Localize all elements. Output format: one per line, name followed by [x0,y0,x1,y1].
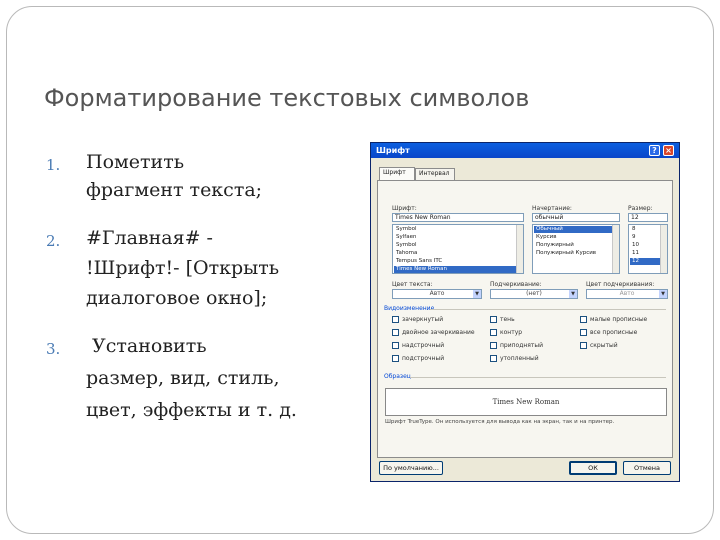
style-list-item[interactable]: Полужирный [534,242,574,249]
font-list-scrollbar[interactable] [516,225,523,273]
default-button[interactable]: По умолчанию... [379,461,443,475]
shadow-checkbox[interactable] [490,316,497,323]
size-list[interactable]: 8 9 10 11 12 [628,224,668,274]
underline-color-label: Цвет подчеркивания: [586,281,655,288]
font-list-item[interactable]: Sylfaen [394,234,416,241]
list-number-2: 2. [46,232,61,250]
chevron-down-icon: ▼ [659,290,667,298]
preview-text: Times New Roman [492,398,560,406]
emboss-label: приподнятый [500,342,544,349]
slide-title: Форматирование текстовых символов [44,84,530,112]
ok-button[interactable]: ОК [569,461,617,475]
preview-group-label: Образец [384,373,411,380]
preview-box: Times New Roman [385,388,667,416]
list-item-2-line-3: диалоговое окно]; [86,287,268,309]
strikethrough-label: зачеркнутый [402,316,444,323]
size-list-item[interactable]: 10 [630,242,639,249]
font-list[interactable]: Symbol Sylfaen Symbol Tahoma Tempus Sans… [392,224,524,274]
text-color-label: Цвет текста: [392,281,433,288]
size-field[interactable]: 12 [628,213,668,222]
style-list-item-selected[interactable]: Обычный [534,226,612,233]
underline-value: (нет) [526,290,542,297]
size-label: Размер: [628,205,653,212]
effects-group-divider [430,309,666,310]
style-list-item[interactable]: Курсив [534,234,557,241]
list-number-1: 1. [46,156,61,174]
font-list-item[interactable]: Symbol [394,226,417,233]
font-label: Шрифт: [392,205,417,212]
size-list-scrollbar[interactable] [660,225,667,273]
font-name-field[interactable]: Times New Roman [392,213,524,222]
style-field[interactable]: обычный [532,213,620,222]
subscript-checkbox[interactable] [392,355,399,362]
size-list-item[interactable]: 9 [630,234,636,241]
list-item-1-line-2: фрагмент текста; [86,179,263,201]
engrave-label: утопленный [500,355,539,362]
size-list-item[interactable]: 8 [630,226,636,233]
preview-group-divider [410,377,666,378]
underline-label: Подчеркивание: [490,281,542,288]
superscript-checkbox[interactable] [392,342,399,349]
font-list-item[interactable]: Symbol [394,242,417,249]
engrave-checkbox[interactable] [490,355,497,362]
font-tab-panel: Шрифт: Times New Roman Symbol Sylfaen Sy… [377,180,673,458]
hidden-checkbox[interactable] [580,342,587,349]
double-strikethrough-checkbox[interactable] [392,329,399,336]
style-label: Начертание: [532,205,572,212]
list-item-3-line-2: размер, вид, стиль, [86,367,280,389]
chevron-down-icon: ▼ [569,290,577,298]
text-color-select[interactable]: Авто ▼ [392,289,482,299]
outline-checkbox[interactable] [490,329,497,336]
small-caps-checkbox[interactable] [580,316,587,323]
superscript-label: надстрочный [402,342,445,349]
all-caps-checkbox[interactable] [580,329,587,336]
close-icon[interactable]: × [663,145,674,156]
list-item-3-line-3: цвет, эффекты и т. д. [86,399,297,421]
tab-font[interactable]: Шрифт [379,167,415,181]
subscript-label: подстрочный [402,355,445,362]
size-list-item-selected[interactable]: 12 [630,258,660,265]
style-list[interactable]: Обычный Курсив Полужирный Полужирный Кур… [532,224,620,274]
small-caps-label: малые прописные [590,316,648,323]
double-strikethrough-label: двойное зачеркивание [402,329,475,336]
tab-interval[interactable]: Интервал [415,168,455,180]
font-list-item[interactable]: Tempus Sans ITC [394,258,442,265]
list-item-2-line-2: !Шрифт!- [Открыть [86,257,280,279]
cancel-button[interactable]: Отмена [623,461,671,475]
effects-group-label: Видоизменение [384,305,435,312]
underline-color-value: Авто [619,290,635,297]
underline-select[interactable]: (нет) ▼ [490,289,578,299]
font-list-item[interactable]: Tahoma [394,250,417,257]
underline-color-select[interactable]: Авто ▼ [586,289,668,299]
strikethrough-checkbox[interactable] [392,316,399,323]
hidden-label: скрытый [590,342,618,349]
list-item-1-line-1: Пометить [86,151,185,173]
list-number-3: 3. [46,340,61,358]
preview-note: Шрифт TrueType. Он используется для выво… [385,419,615,425]
all-caps-label: все прописные [590,329,638,336]
outline-label: контур [500,329,523,336]
text-color-value: Авто [429,290,445,297]
shadow-label: тень [500,316,515,323]
font-dialog: Шрифт ? × Интервал Шрифт Шрифт: Times Ne… [370,142,680,482]
list-item-3-line-1: Установить [86,335,207,357]
style-list-scrollbar[interactable] [612,225,619,273]
dialog-title: Шрифт [376,146,410,155]
list-item-2-line-1: #Главная# - [86,227,213,249]
size-list-item[interactable]: 11 [630,250,639,257]
emboss-checkbox[interactable] [490,342,497,349]
help-icon[interactable]: ? [649,145,660,156]
style-list-item[interactable]: Полужирный Курсив [534,250,596,257]
chevron-down-icon: ▼ [473,290,481,298]
font-list-item-selected[interactable]: Times New Roman [394,266,516,273]
dialog-titlebar: Шрифт ? × [371,143,679,158]
